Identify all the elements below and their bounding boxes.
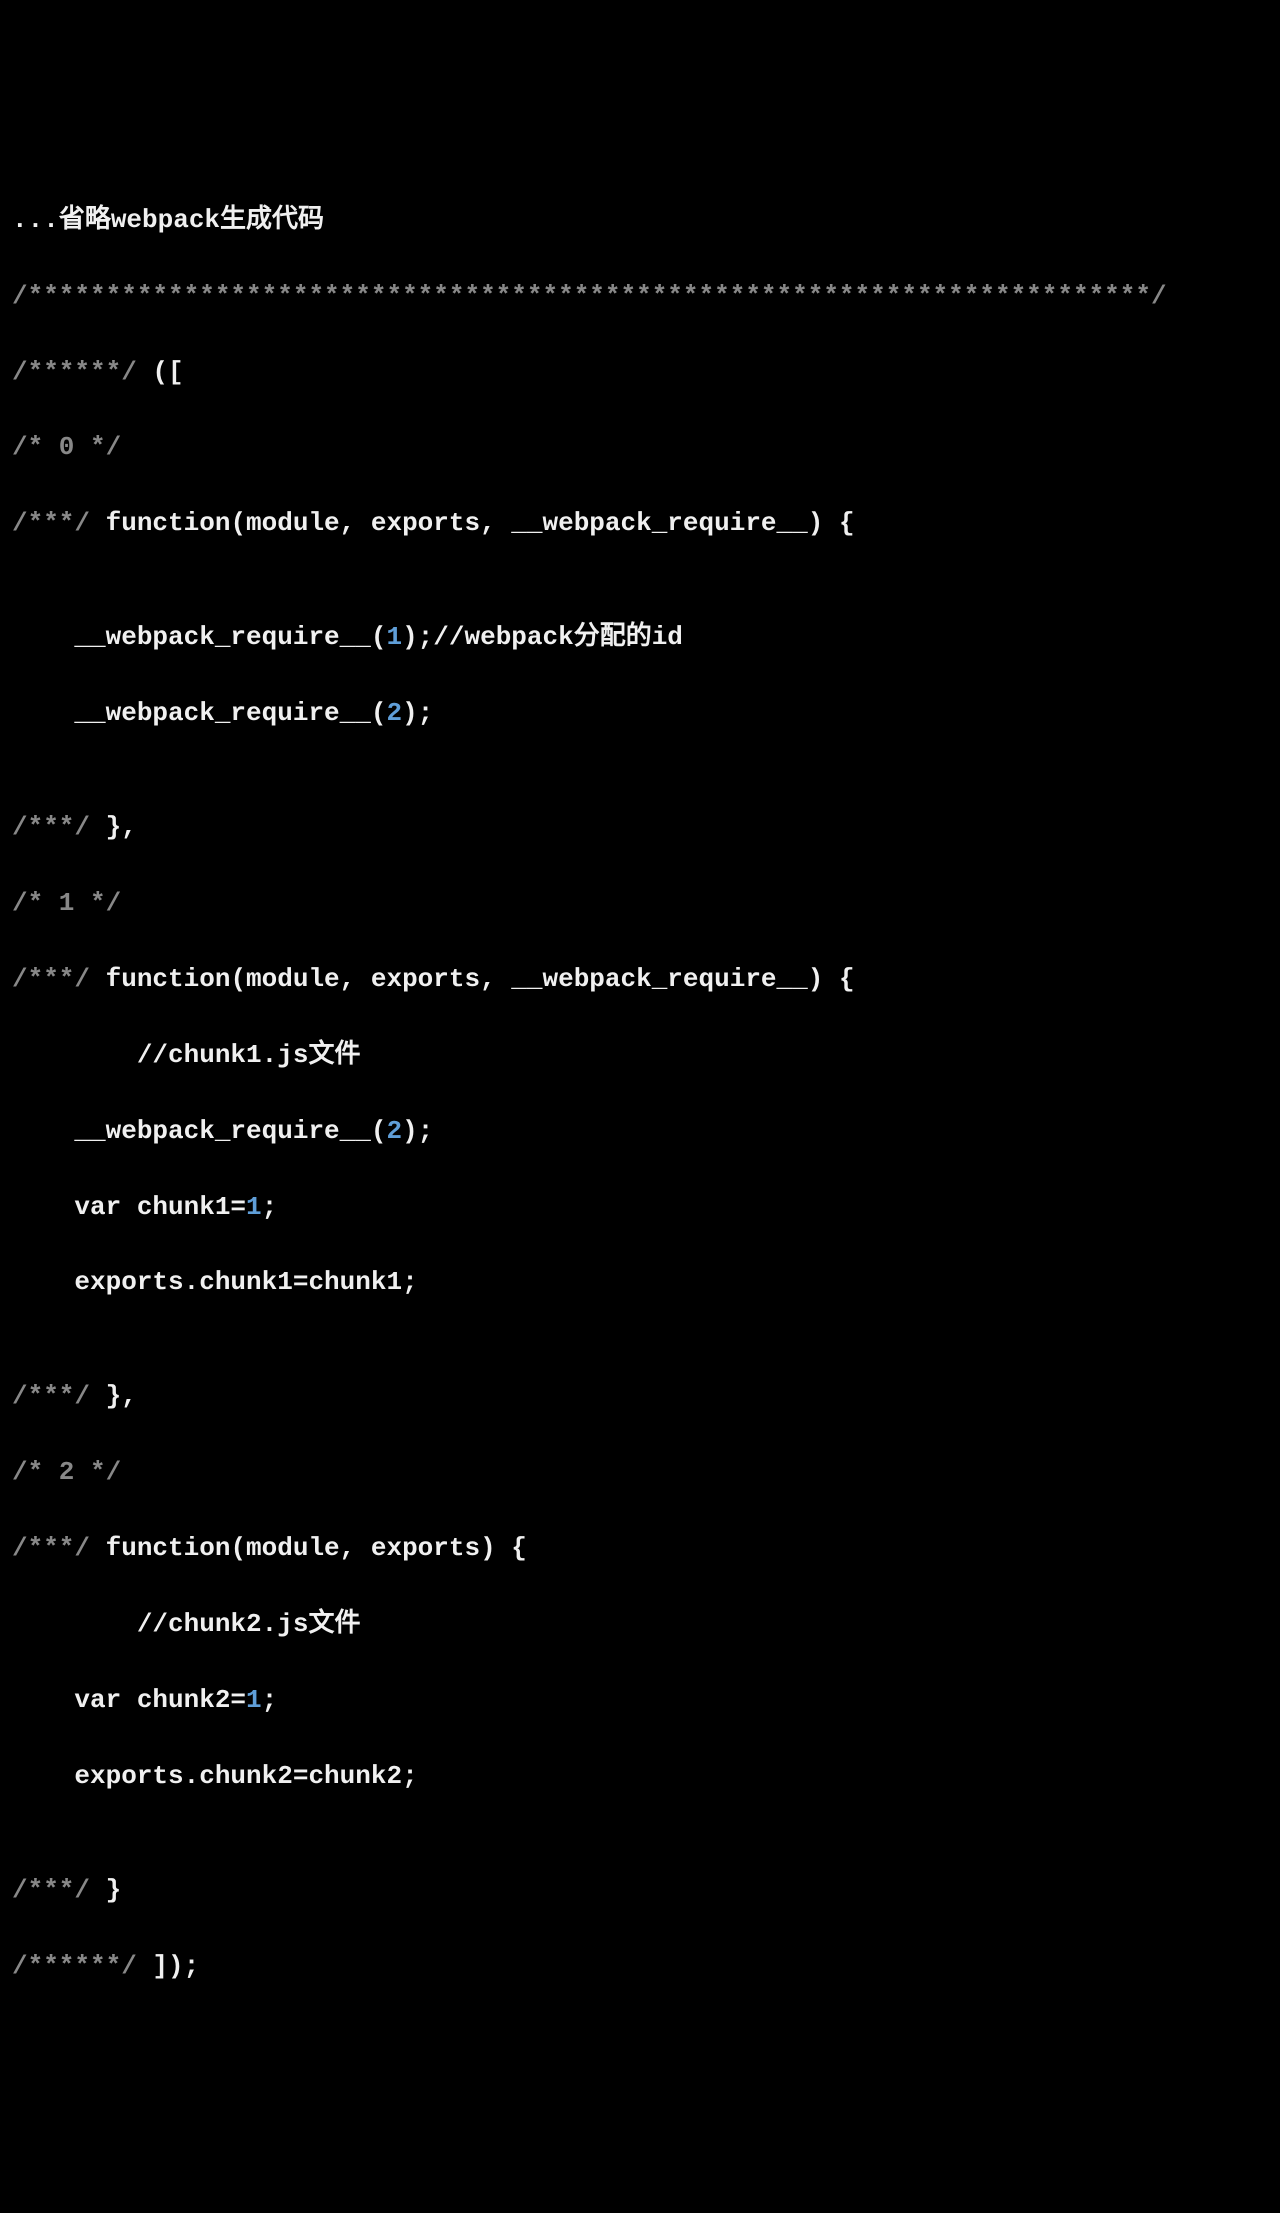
code-text: } (90, 1875, 121, 1905)
function-declaration: function(module, exports, __webpack_requ… (90, 508, 855, 538)
number-literal: 2 (386, 1116, 402, 1146)
number-literal: 1 (386, 622, 402, 652)
comment-marker: /***/ (12, 964, 90, 994)
number-literal: 2 (386, 698, 402, 728)
code-text: ([ (137, 357, 184, 387)
comment-separator: /***************************************… (12, 281, 1167, 311)
comment-index-0: /* 0 */ (12, 432, 121, 462)
comment-marker: /******/ (12, 1951, 137, 1981)
number-literal: 1 (246, 1685, 262, 1715)
comment-marker: /******/ (12, 357, 137, 387)
code-text: ]); (137, 1951, 199, 1981)
code-text: ); (402, 1116, 433, 1146)
comment-index-1: /* 1 */ (12, 888, 121, 918)
function-declaration: function(module, exports, __webpack_requ… (90, 964, 855, 994)
code-text: ); (402, 698, 433, 728)
comment-index-2: /* 2 */ (12, 1457, 121, 1487)
code-block: ...省略webpack生成代码 /**********************… (12, 164, 1268, 2024)
title-text: 省略webpack生成代码 (59, 205, 324, 235)
code-text: ; (262, 1192, 278, 1222)
code-text: __webpack_require__( (12, 1116, 386, 1146)
code-text: ; (262, 1685, 278, 1715)
comment-marker: /***/ (12, 1875, 90, 1905)
code-text: exports.chunk1=chunk1; (12, 1267, 418, 1297)
comment-marker: /***/ (12, 1381, 90, 1411)
function-declaration: function(module, exports) { (90, 1533, 527, 1563)
comment-chunk1: //chunk1.js文件 (12, 1040, 360, 1070)
ellipsis: ... (12, 205, 59, 235)
comment-marker: /***/ (12, 508, 90, 538)
code-text: }, (90, 812, 137, 842)
code-text: exports.chunk2=chunk2; (12, 1761, 418, 1791)
code-text: var chunk1= (12, 1192, 246, 1222)
code-text: __webpack_require__( (12, 698, 386, 728)
code-text: );//webpack分配的id (402, 622, 683, 652)
code-text: var chunk2= (12, 1685, 246, 1715)
code-text: }, (90, 1381, 137, 1411)
comment-marker: /***/ (12, 812, 90, 842)
number-literal: 1 (246, 1192, 262, 1222)
comment-marker: /***/ (12, 1533, 90, 1563)
code-text: __webpack_require__( (12, 622, 386, 652)
comment-chunk2: //chunk2.js文件 (12, 1609, 360, 1639)
